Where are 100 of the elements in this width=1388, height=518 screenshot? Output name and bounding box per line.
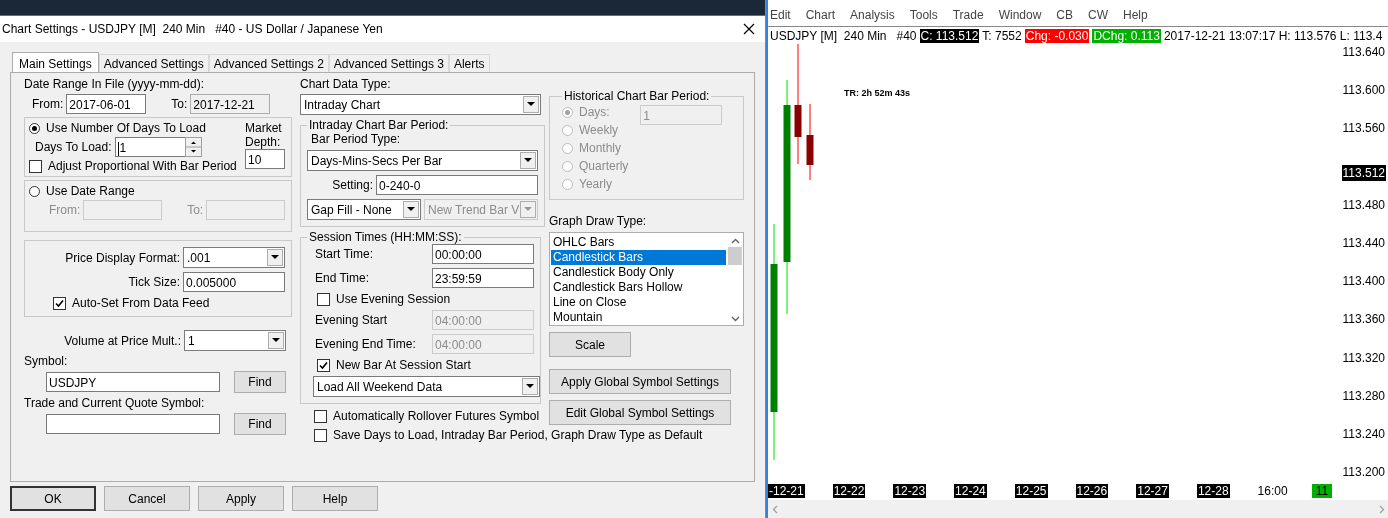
- list-item[interactable]: Candlestick Body Only: [551, 265, 726, 280]
- dialog-button[interactable]: Apply: [198, 486, 284, 511]
- field-label: Depth:: [245, 135, 282, 149]
- caret-down-icon[interactable]: [527, 102, 535, 107]
- symbol-field[interactable]: USDJPY: [46, 372, 220, 392]
- list-item[interactable]: Candlestick Bars: [551, 250, 726, 265]
- menu-item[interactable]: Help: [1123, 8, 1148, 26]
- caret-down-icon[interactable]: [524, 158, 532, 163]
- time-label: 12-22: [832, 484, 866, 498]
- checkbox[interactable]: [317, 292, 330, 306]
- list-item[interactable]: Candlestick Bars Hollow: [551, 280, 726, 295]
- radio-button[interactable]: [562, 106, 573, 118]
- checkbox[interactable]: [53, 296, 66, 310]
- radio-button[interactable]: [29, 185, 40, 197]
- field-label: Market: [245, 121, 283, 135]
- caret-down-icon[interactable]: [272, 338, 280, 343]
- price-label: 113.440: [1341, 234, 1386, 251]
- tick-size-field[interactable]: 0.005000: [183, 272, 285, 292]
- bar-period-dropdown[interactable]: Days-Mins-Secs Per Bar: [307, 150, 538, 171]
- checkbox[interactable]: [314, 428, 327, 442]
- list-item[interactable]: Line on Close: [551, 295, 726, 310]
- field-label: Graph Draw Type:: [549, 214, 648, 228]
- price-label: 113.480: [1341, 196, 1386, 213]
- volume-dropdown[interactable]: 1: [184, 330, 286, 351]
- field-label: Days To Load:: [35, 140, 112, 154]
- date-field[interactable]: 2017-06-01: [66, 94, 147, 114]
- field-label: Tick Size:: [128, 275, 180, 289]
- radio-label: Yearly: [579, 177, 612, 191]
- setting-field[interactable]: 0-240-0: [376, 175, 538, 195]
- price-label: 113.640: [1341, 44, 1386, 60]
- price-label: 113.280: [1341, 387, 1386, 404]
- radio-label: Use Number Of Days To Load: [46, 121, 206, 135]
- checkbox[interactable]: [29, 159, 42, 173]
- field-label: Start Time:: [315, 247, 373, 261]
- menu-item[interactable]: Chart: [805, 8, 836, 26]
- time-field[interactable]: 00:00:00: [432, 244, 534, 264]
- data-type-dropdown[interactable]: Intraday Chart: [300, 94, 541, 115]
- scroll-up-icon[interactable]: [730, 238, 740, 244]
- time-label: 12-25: [1014, 484, 1048, 498]
- find-button[interactable]: Find: [234, 371, 286, 393]
- field-label: To:: [187, 203, 204, 217]
- weekend-dropdown[interactable]: Load All Weekend Data: [313, 376, 540, 397]
- field-label: Symbol:: [24, 354, 69, 368]
- price-label: 113.320: [1341, 349, 1386, 366]
- format-dropdown[interactable]: .001: [183, 247, 285, 268]
- radio-button[interactable]: [562, 178, 573, 190]
- list-item[interactable]: OHLC Bars: [551, 235, 726, 250]
- time-field[interactable]: 23:59:59: [432, 268, 534, 288]
- checkbox[interactable]: [314, 409, 327, 423]
- quote-info: C: 113.512: [919, 28, 980, 43]
- date-field[interactable]: [206, 200, 285, 220]
- dialog-button[interactable]: Help: [292, 486, 378, 511]
- field-label: Bar Period Type:: [310, 132, 402, 146]
- menu-item[interactable]: Analysis: [850, 8, 895, 26]
- caret-down-icon[interactable]: [526, 384, 534, 389]
- menu-item[interactable]: CB: [1056, 8, 1073, 26]
- radio-label: Quarterly: [579, 159, 629, 173]
- quote-info: USDJPY [M] 240 Min #40: [770, 28, 917, 43]
- depth-field[interactable]: 10: [245, 149, 285, 169]
- global-settings-button[interactable]: Edit Global Symbol Settings: [549, 400, 731, 425]
- scrollbar-thumb[interactable]: [728, 247, 742, 265]
- dialog-button[interactable]: OK: [10, 486, 96, 511]
- dialog-button[interactable]: Cancel: [104, 486, 190, 511]
- radio-button[interactable]: [562, 142, 573, 154]
- scale-button[interactable]: Scale: [549, 332, 631, 357]
- checkbox[interactable]: [317, 358, 330, 372]
- scroll-down-icon[interactable]: [730, 316, 740, 322]
- caret-down-icon[interactable]: [271, 255, 279, 260]
- radio-label: Weekly: [579, 123, 619, 137]
- field-label: End Time:: [315, 271, 370, 285]
- list-item[interactable]: Mountain: [551, 310, 726, 325]
- menu-item[interactable]: Trade: [952, 8, 984, 26]
- close-icon[interactable]: [743, 23, 755, 35]
- radio-button[interactable]: [562, 160, 573, 172]
- time-label: 12-24: [954, 484, 987, 498]
- price-label: 113.400: [1341, 273, 1386, 290]
- caret-down-icon[interactable]: [407, 207, 415, 212]
- global-settings-button[interactable]: Apply Global Symbol Settings: [549, 369, 731, 394]
- menu-item[interactable]: Window: [998, 8, 1042, 26]
- time-label: 12-28: [1196, 484, 1230, 498]
- radio-button[interactable]: [562, 124, 573, 136]
- menu-item[interactable]: Edit: [770, 8, 791, 26]
- menu-item[interactable]: Tools: [909, 8, 938, 26]
- field-label: From:: [49, 203, 81, 217]
- spin-field[interactable]: 1: [114, 137, 185, 157]
- checkbox-label: New Bar At Session Start: [336, 358, 471, 372]
- date-field[interactable]: 2017-12-21: [190, 94, 271, 114]
- gap-fill-dropdown[interactable]: Gap Fill - None: [307, 199, 421, 220]
- quote-symbol-field[interactable]: [46, 414, 220, 434]
- radio-label: Use Date Range: [46, 184, 135, 198]
- tab[interactable]: Main Settings: [12, 52, 99, 74]
- radio-button[interactable]: [29, 122, 40, 134]
- quote-info: Chg: -0.030: [1024, 28, 1090, 43]
- price-label: 113.560: [1341, 120, 1386, 137]
- date-field[interactable]: [83, 200, 163, 220]
- field-label: To:: [171, 97, 188, 111]
- find-button[interactable]: Find: [234, 413, 286, 435]
- spin-arrows-icon[interactable]: [184, 137, 202, 157]
- menu-item[interactable]: CW: [1088, 8, 1108, 26]
- window-title: Chart Settings - USDJPY [M] 240 Min #40 - US Dollar / Japanese Yen: [2, 22, 383, 36]
